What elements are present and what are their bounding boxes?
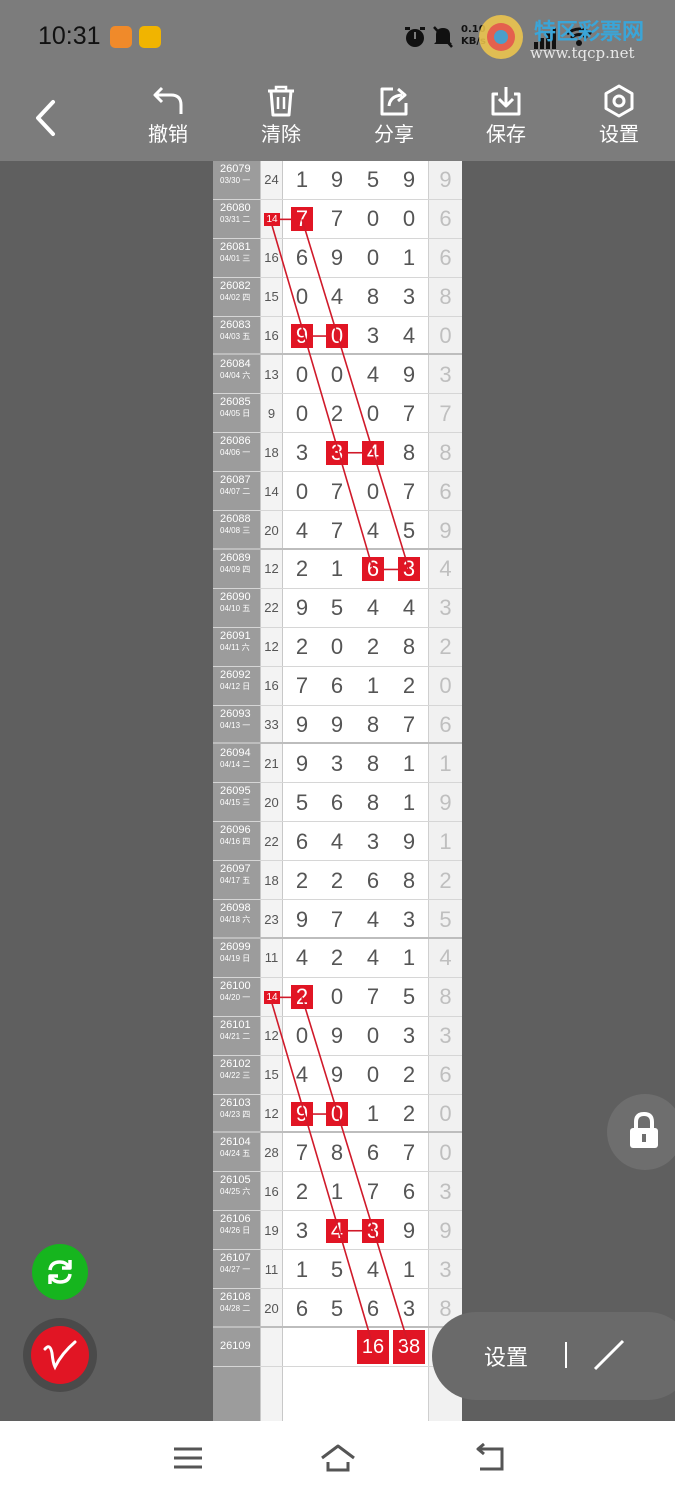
save-button[interactable]: 保存 bbox=[471, 80, 541, 156]
app-notification-icon-2 bbox=[139, 26, 161, 48]
watermark-title: 特区彩票网 bbox=[534, 20, 645, 45]
app-notification-icon bbox=[110, 26, 132, 48]
clear-label: 清除 bbox=[261, 122, 301, 146]
trend-grid[interactable]: 26079 03/30 一 24 1 9 5 9 9 26080 03/31 二 14 7 7 0 0 6 26… bbox=[213, 161, 462, 1421]
lock-icon bbox=[630, 1111, 658, 1148]
refresh-button[interactable] bbox=[32, 1244, 88, 1300]
trash-icon bbox=[268, 85, 294, 117]
settings-button[interactable]: 设置 bbox=[584, 80, 654, 156]
status-bar: 10:31 0.10 KB/s 特区彩票网 www.tqcp.net bbox=[0, 0, 675, 76]
settings-hexagon-icon bbox=[604, 84, 634, 118]
trend-line bbox=[301, 997, 410, 1347]
draw-settings-panel: 设置 bbox=[432, 1312, 675, 1400]
right-margin bbox=[462, 161, 675, 1421]
undo-icon bbox=[153, 86, 183, 114]
trend-line bbox=[271, 225, 374, 570]
trend-line bbox=[301, 219, 410, 570]
lock-button[interactable] bbox=[607, 1094, 675, 1170]
clear-button[interactable]: 清除 bbox=[246, 80, 316, 156]
home-icon[interactable] bbox=[319, 1443, 357, 1473]
settings-label: 设置 bbox=[599, 122, 639, 146]
trend-lines bbox=[271, 218, 410, 1347]
save-label: 保存 bbox=[486, 122, 526, 146]
watermark-url: www.tqcp.net bbox=[530, 44, 635, 62]
trend-line bbox=[271, 1003, 374, 1347]
share-button[interactable]: 分享 bbox=[359, 80, 429, 156]
back-nav-icon[interactable] bbox=[472, 1443, 506, 1473]
alarm-icon bbox=[405, 27, 425, 47]
refresh-icon bbox=[48, 1260, 72, 1284]
separator bbox=[565, 1342, 567, 1368]
mute-icon bbox=[433, 26, 453, 48]
status-time: 10:31 bbox=[38, 22, 101, 50]
back-button[interactable] bbox=[26, 96, 66, 140]
pen-stroke-icon bbox=[43, 1340, 77, 1371]
undo-label: 撤销 bbox=[148, 122, 188, 146]
left-margin bbox=[0, 161, 213, 1421]
menu-icon[interactable] bbox=[172, 1443, 204, 1473]
share-icon bbox=[380, 87, 408, 116]
watermark: 特区彩票网 www.tqcp.net bbox=[476, 12, 675, 68]
line-tool-icon[interactable] bbox=[592, 1338, 626, 1372]
navigation-bar bbox=[0, 1421, 675, 1500]
toolbar: 撤销 清除 分享 保存 设置 bbox=[0, 76, 675, 161]
pen-button[interactable] bbox=[31, 1326, 89, 1384]
watermark-logo-icon bbox=[479, 15, 523, 59]
draw-settings-button[interactable]: 设置 bbox=[484, 1340, 528, 1372]
pen-button-ring bbox=[23, 1318, 97, 1392]
share-label: 分享 bbox=[374, 122, 414, 146]
download-icon bbox=[491, 87, 521, 116]
undo-button[interactable]: 撤销 bbox=[133, 80, 203, 156]
